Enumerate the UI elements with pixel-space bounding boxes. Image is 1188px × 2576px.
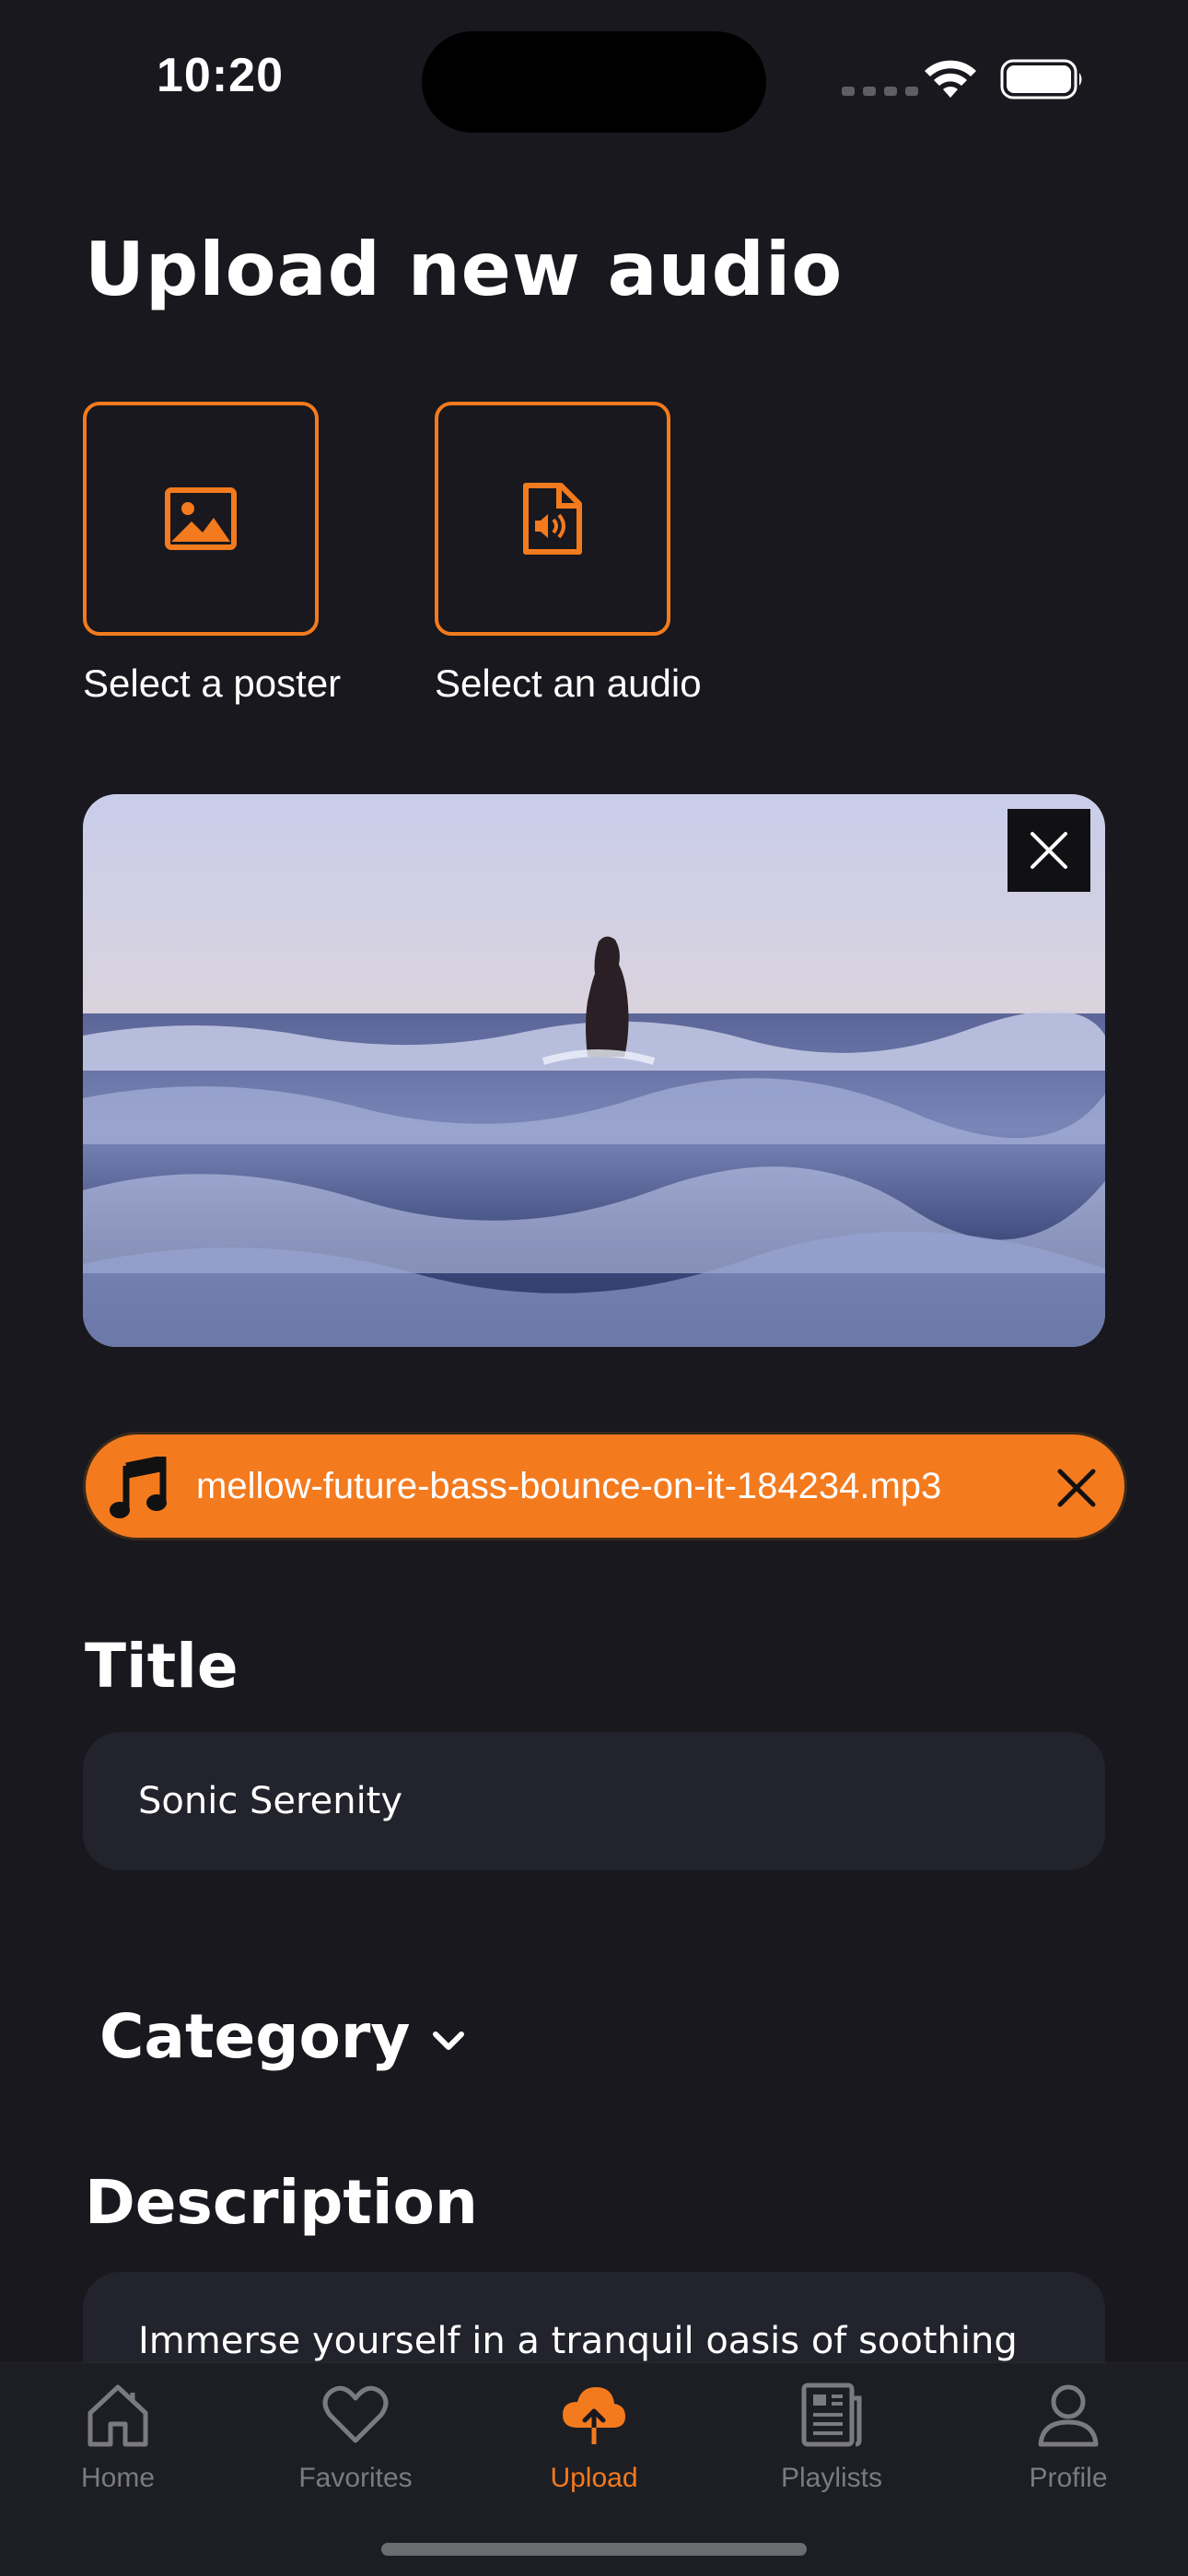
close-icon xyxy=(1031,832,1067,869)
title-label: Title xyxy=(85,1631,239,1702)
audio-file-icon xyxy=(523,483,582,555)
profile-icon xyxy=(1038,2384,1099,2447)
tab-favorites-label: Favorites xyxy=(298,2463,413,2493)
tab-profile[interactable]: Profile xyxy=(976,2372,1160,2511)
select-audio-label: Select an audio xyxy=(435,662,702,705)
cloud-upload-icon xyxy=(563,2387,625,2444)
page-title: Upload new audio xyxy=(85,227,844,312)
home-icon xyxy=(87,2384,148,2447)
remove-audio-button[interactable] xyxy=(1051,1462,1102,1514)
music-note-icon xyxy=(110,1457,167,1518)
select-poster-label: Select a poster xyxy=(83,662,342,705)
remove-poster-button[interactable] xyxy=(1007,809,1090,892)
tab-home-label: Home xyxy=(80,2463,156,2493)
tab-playlists-label: Playlists xyxy=(780,2463,883,2493)
tab-profile-label: Profile xyxy=(1029,2463,1108,2493)
status-bar: 10:20 xyxy=(0,0,1188,157)
tab-playlists[interactable]: Playlists xyxy=(740,2372,924,2511)
wifi-icon xyxy=(925,60,976,98)
tab-upload[interactable]: Upload xyxy=(502,2372,686,2511)
description-label: Description xyxy=(85,2167,478,2238)
title-input[interactable] xyxy=(83,1732,1105,1870)
playlists-icon xyxy=(801,2383,862,2447)
dynamic-island xyxy=(422,31,766,133)
poster-preview xyxy=(83,794,1105,1347)
tab-favorites[interactable]: Favorites xyxy=(263,2372,448,2511)
audio-file-name: mellow-future-bass-bounce-on-it-184234.m… xyxy=(196,1466,942,1506)
heart-icon xyxy=(322,2385,389,2443)
poster-image xyxy=(83,794,1105,1347)
chevron-down-icon xyxy=(433,2031,465,2050)
tab-upload-label: Upload xyxy=(550,2463,638,2493)
tab-home[interactable]: Home xyxy=(26,2372,210,2511)
cellular-signal-icon xyxy=(842,87,918,96)
battery-icon xyxy=(1000,59,1082,100)
select-audio-button[interactable] xyxy=(435,402,670,636)
home-indicator xyxy=(381,2543,807,2556)
image-icon xyxy=(165,487,237,550)
description-text: Immerse yourself in a tranquil oasis of … xyxy=(138,2320,1018,2362)
selected-audio-chip: mellow-future-bass-bounce-on-it-184234.m… xyxy=(83,1432,1127,1540)
select-poster-button[interactable] xyxy=(83,402,319,636)
category-label: Category xyxy=(99,2001,411,2072)
status-time: 10:20 xyxy=(157,49,284,102)
category-dropdown[interactable]: Category xyxy=(99,2001,469,2072)
